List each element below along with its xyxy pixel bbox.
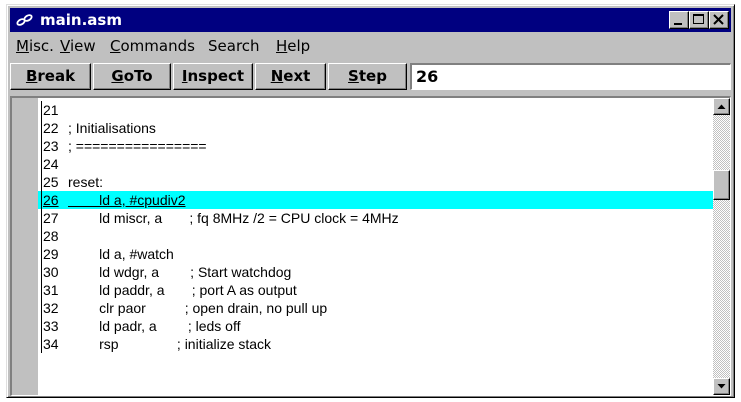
code-text: ld a, #watch (68, 246, 174, 262)
goto-line-input[interactable]: 26 (410, 63, 731, 90)
code-line[interactable]: 27 ld miscr, a ; fq 8MHz /2 = CPU clock … (38, 209, 716, 227)
line-number: 27 (41, 209, 67, 227)
code-lines: 21 22; Initialisations 23; ===============… (38, 101, 716, 353)
minimize-button[interactable] (669, 11, 689, 29)
close-icon (713, 14, 724, 25)
current-code-line[interactable]: 26 ld a, #cpudiv2 (38, 191, 716, 209)
code-line[interactable]: 21 (38, 101, 716, 119)
menu-commands[interactable]: Commands (108, 37, 197, 55)
breakpoint-gutter[interactable] (12, 98, 38, 395)
line-number: 28 (41, 227, 67, 245)
title-bar[interactable]: main.asm (10, 8, 731, 32)
code-text: clr paor ; open drain, no pull up (68, 300, 328, 316)
goto-button[interactable]: GoTo (93, 63, 171, 90)
arrow-down-icon (717, 384, 726, 389)
code-line[interactable]: 34 rsp ; initialize stack (38, 335, 716, 353)
step-button[interactable]: Step (328, 63, 407, 90)
line-number: 22 (41, 119, 67, 137)
minimize-icon (674, 23, 682, 25)
menu-bar: Misc. View Commands Search Help (10, 34, 731, 58)
code-text: reset: (68, 174, 104, 190)
line-number: 21 (41, 101, 67, 119)
line-number: 25 (41, 173, 67, 191)
code-line[interactable]: 32 clr paor ; open drain, no pull up (38, 299, 716, 317)
close-button[interactable] (709, 11, 729, 29)
scroll-thumb[interactable] (713, 170, 730, 200)
line-number: 26 (41, 191, 67, 209)
line-number: 30 (41, 263, 67, 281)
code-line[interactable]: 28 (38, 227, 716, 245)
code-text: ld wdgr, a ; Start watchdog (68, 264, 292, 280)
line-number: 33 (41, 317, 67, 335)
vertical-scrollbar[interactable] (713, 98, 730, 395)
line-number: 29 (41, 245, 67, 263)
link-chain-icon[interactable] (16, 13, 34, 27)
code-text: ld paddr, a ; port A as output (68, 282, 297, 298)
next-button[interactable]: Next (255, 63, 326, 90)
code-line[interactable]: 24 (38, 155, 716, 173)
line-number: 34 (41, 335, 67, 353)
code-text: ld miscr, a ; fq 8MHz /2 = CPU clock = 4… (68, 210, 399, 226)
code-line[interactable]: 29 ld a, #watch (38, 245, 716, 263)
code-text: ; Initialisations (68, 120, 156, 136)
break-button[interactable]: Break (10, 63, 91, 90)
menu-view[interactable]: View (58, 37, 98, 55)
scroll-up-button[interactable] (713, 98, 730, 115)
line-number: 32 (41, 299, 67, 317)
code-line[interactable]: 30 ld wdgr, a ; Start watchdog (38, 263, 716, 281)
inspect-button[interactable]: Inspect (173, 63, 253, 90)
menu-help[interactable]: Help (274, 37, 312, 55)
main-window: main.asm Misc. View Commands Search Help… (6, 4, 735, 398)
code-text: rsp ; initialize stack (68, 336, 272, 352)
code-line[interactable]: 31 ld paddr, a ; port A as output (38, 281, 716, 299)
code-text: ld a, #cpudiv2 (68, 192, 186, 208)
scroll-down-button[interactable] (713, 378, 730, 395)
code-line[interactable]: 25 reset: (38, 173, 716, 191)
code-editor[interactable]: 21 22; Initialisations 23; ===============… (10, 96, 731, 396)
menu-misc[interactable]: Misc. (14, 37, 56, 55)
code-line[interactable]: 23; ================ (38, 137, 716, 155)
window-title: main.asm (40, 11, 122, 29)
arrow-up-icon (717, 104, 726, 109)
maximize-button[interactable] (689, 11, 709, 29)
code-line[interactable]: 22; Initialisations (38, 119, 716, 137)
toolbar: Break GoTo Inspect Next Step 26 (10, 61, 731, 91)
code-text: ; ================ (68, 138, 207, 154)
line-number: 24 (41, 155, 67, 173)
line-number: 23 (41, 137, 67, 155)
maximize-icon (693, 14, 704, 24)
code-line[interactable]: 33 ld padr, a ; leds off (38, 317, 716, 335)
menu-search[interactable]: Search (206, 37, 262, 55)
code-text: ld padr, a ; leds off (68, 318, 241, 334)
line-number: 31 (41, 281, 67, 299)
